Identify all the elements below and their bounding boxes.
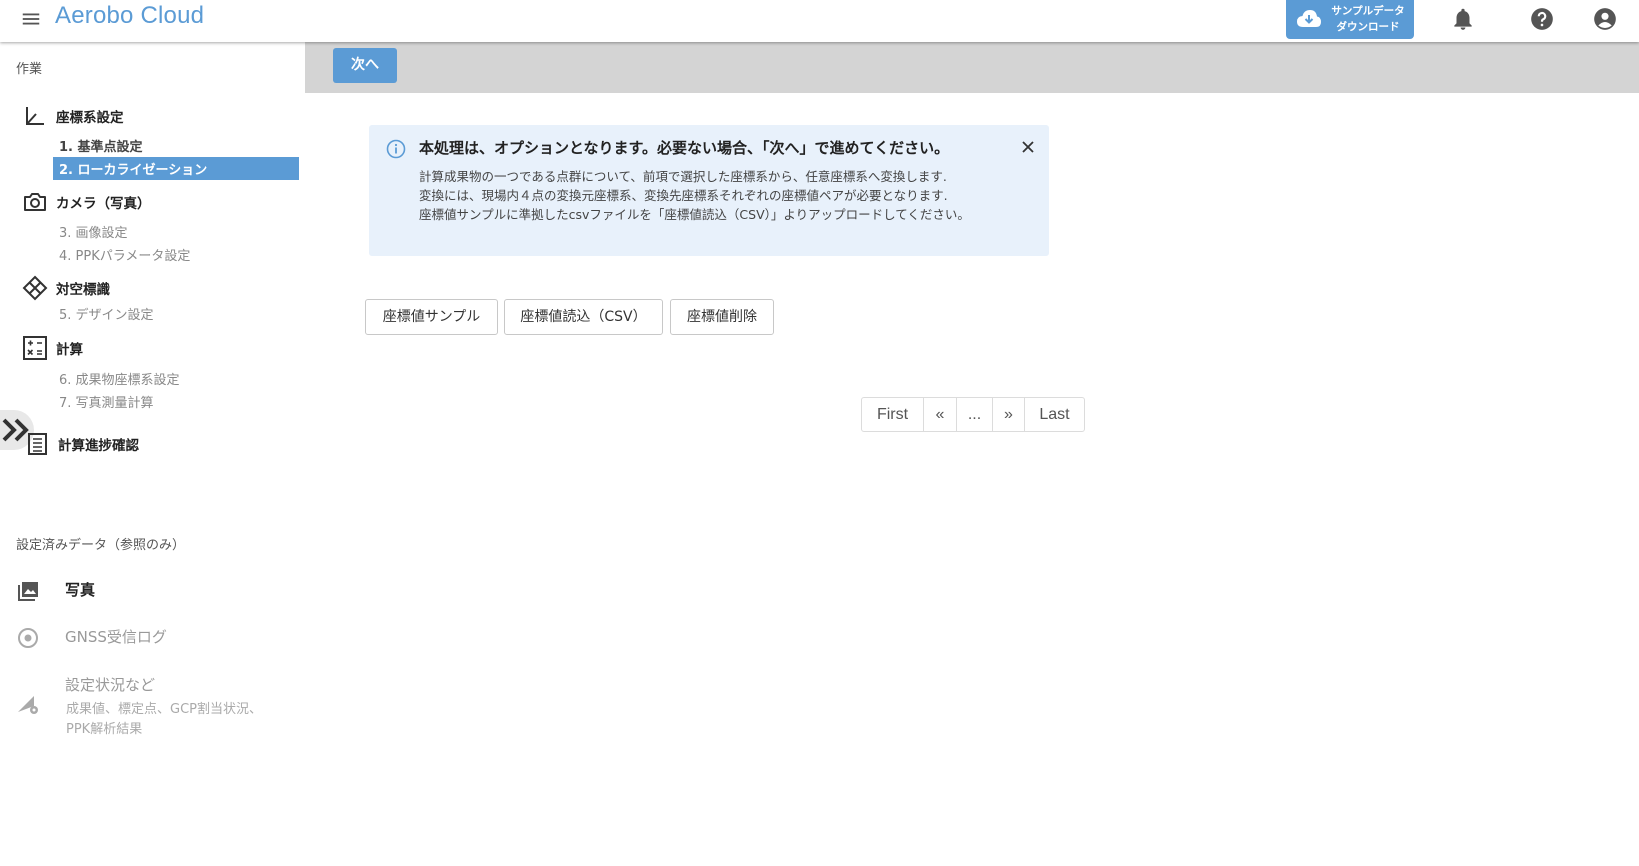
ref-label: GNSS受信ログ xyxy=(65,628,167,646)
sidebar-item-localization[interactable]: 2. ローカライゼーション xyxy=(53,157,299,180)
alert-body: 計算成果物の一つである点群について、前項で選択した座標系から、任意座標系へ変換し… xyxy=(419,167,979,224)
axis-icon xyxy=(26,107,44,125)
sidebar-item-image-settings[interactable]: 3. 画像設定 xyxy=(59,222,128,241)
app-header: Aerobo Cloud サンプルデータ ダウンロード xyxy=(0,0,1639,42)
sidebar-group-calculation[interactable]: 計算 xyxy=(22,335,83,361)
next-button[interactable]: 次へ xyxy=(333,48,397,83)
close-icon[interactable] xyxy=(1020,139,1036,155)
pagination: First « ... » Last xyxy=(861,397,1085,432)
ref-item-gnss[interactable]: GNSS受信ログ xyxy=(16,626,167,650)
ref-label: 写真 xyxy=(65,581,96,599)
coordinate-sample-button[interactable]: 座標値サンプル xyxy=(365,299,498,335)
sidebar-group-camera[interactable]: カメラ（写真） xyxy=(22,189,151,215)
pagination-prev[interactable]: « xyxy=(924,398,957,431)
alert-title: 本処理は、オプションとなります。必要ない場合、「次へ」で進めてください。 xyxy=(419,139,950,157)
download-label-line2: ダウンロード xyxy=(1336,21,1400,33)
coordinate-import-csv-button[interactable]: 座標値読込（CSV） xyxy=(504,299,663,335)
sidebar-group-ground-target[interactable]: 対空標識 xyxy=(22,275,110,301)
sidebar: 作業 座標系設定 1. 基準点設定 2. ローカライゼーション カメラ（写真） … xyxy=(0,42,305,866)
sidebar-group-coordinate-system[interactable]: 座標系設定 xyxy=(22,103,124,129)
group-label: カメラ（写真） xyxy=(56,196,151,212)
account-icon[interactable] xyxy=(1592,6,1618,32)
app-title[interactable]: Aerobo Cloud xyxy=(55,2,204,30)
gnss-icon xyxy=(18,628,38,648)
target-icon xyxy=(22,275,48,301)
alert-line: 座標値サンプルに準拠したcsvファイルを「座標値読込（CSV）」よりアップロード… xyxy=(419,207,970,222)
sidebar-group-progress[interactable]: 計算進捗確認 xyxy=(24,431,139,457)
photo-icon xyxy=(18,582,38,601)
sidebar-item-output-coordinate[interactable]: 6. 成果物座標系設定 xyxy=(59,369,180,388)
ref-item-sub-text: 成果値、標定点、GCP割当状況、PPK解析結果 xyxy=(66,702,262,737)
help-icon[interactable] xyxy=(1529,6,1555,32)
work-section-label: 作業 xyxy=(16,62,43,77)
info-alert: 本処理は、オプションとなります。必要ない場合、「次へ」で進めてください。 計算成… xyxy=(369,125,1049,256)
sidebar-item-base-point[interactable]: 1. 基準点設定 xyxy=(59,136,143,155)
group-label: 計算進捗確認 xyxy=(58,438,139,454)
step-toolbar: 次へ xyxy=(305,42,1639,93)
pagination-ellipsis[interactable]: ... xyxy=(957,398,993,431)
pagination-first[interactable]: First xyxy=(862,398,924,431)
ref-label: 設定状況など xyxy=(65,676,156,694)
ref-item-photo[interactable]: 写真 xyxy=(16,579,95,603)
calculator-icon xyxy=(23,336,47,360)
alert-line: 変換には、現場内４点の変換元座標系、変換先座標系それぞれの座標値ペアが必要となり… xyxy=(419,188,948,203)
info-icon xyxy=(386,139,406,159)
coordinate-delete-button[interactable]: 座標値削除 xyxy=(670,299,774,335)
cloud-download-icon xyxy=(1297,10,1321,27)
pagination-next[interactable]: » xyxy=(993,398,1025,431)
reference-section-label: 設定済みデータ（参照のみ） xyxy=(16,538,186,553)
sidebar-item-photogrammetry[interactable]: 7. 写真測量計算 xyxy=(59,392,154,411)
bell-icon[interactable] xyxy=(1450,6,1476,32)
group-label: 計算 xyxy=(56,342,83,358)
signal-settings-icon xyxy=(18,696,38,714)
group-label: 対空標識 xyxy=(56,282,110,298)
alert-line: 計算成果物の一つである点群について、前項で選択した座標系から、任意座標系へ変換し… xyxy=(419,169,947,184)
download-label-line1: サンプルデータ xyxy=(1331,5,1405,17)
camera-icon xyxy=(24,193,46,211)
menu-icon[interactable] xyxy=(20,8,42,30)
sidebar-item-ppk-parameters[interactable]: 4. PPKパラメータ設定 xyxy=(59,245,190,264)
pagination-last[interactable]: Last xyxy=(1025,398,1084,431)
list-icon xyxy=(28,433,47,455)
sidebar-item-design-settings[interactable]: 5. デザイン設定 xyxy=(59,304,154,323)
group-label: 座標系設定 xyxy=(56,110,124,126)
sample-data-download-button[interactable]: サンプルデータ ダウンロード xyxy=(1286,0,1414,39)
